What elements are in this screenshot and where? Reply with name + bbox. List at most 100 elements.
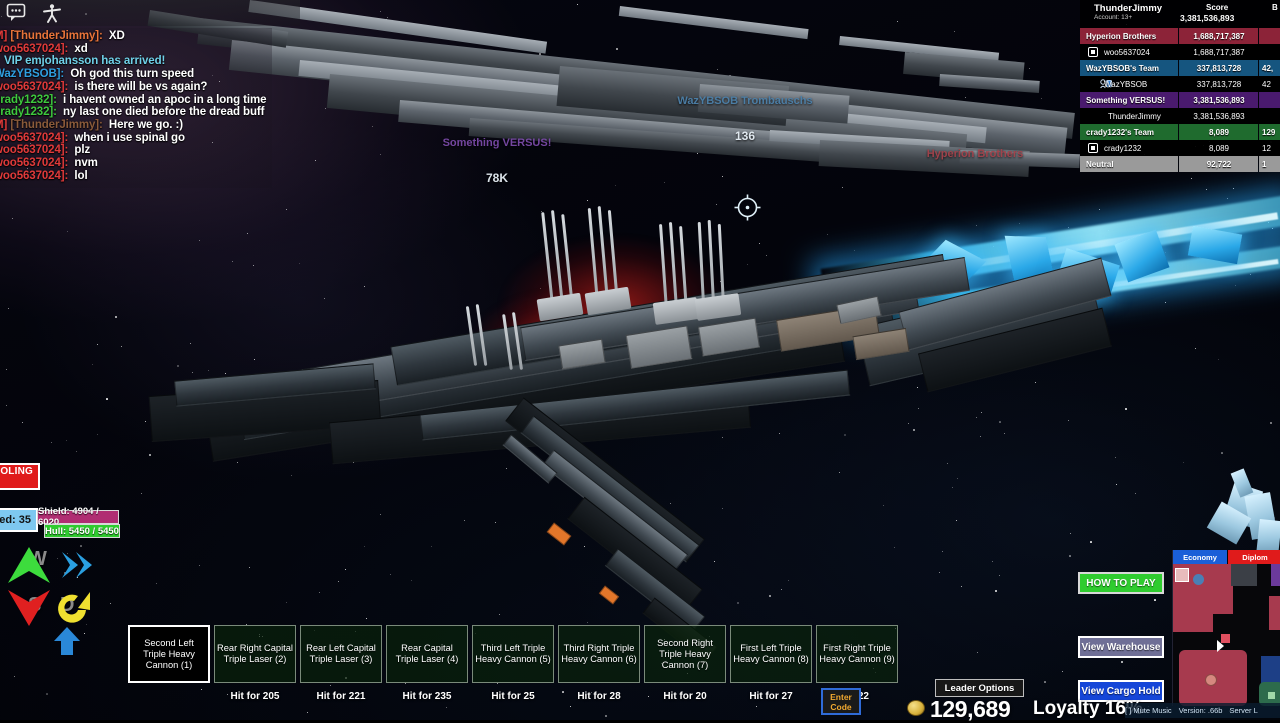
weapon-slot[interactable]: Rear Right Capital Triple Laser (2) xyxy=(214,625,296,683)
chat-author: VIP emjohansson has arrived! xyxy=(4,55,166,68)
chat-message: WazYBSOB]: Oh god this turn speed xyxy=(0,68,272,81)
chat-author: WazYBSOB]: xyxy=(0,68,65,81)
scoreboard-row-balance: 129 xyxy=(1262,127,1276,137)
scoreboard-panel[interactable]: ThunderJimmy Account: 13+ Score 3,381,53… xyxy=(1080,0,1280,172)
minimap-territory-red-2 xyxy=(1173,598,1213,632)
weapon-hit-readout: Hit for 28 xyxy=(577,691,621,702)
how-to-play-button[interactable]: HOW TO PLAY xyxy=(1078,572,1164,594)
weapon-slot[interactable]: Third Right Triple Heavy Cannon (6) xyxy=(558,625,640,683)
move-forward-arrow[interactable] xyxy=(6,545,52,592)
scoreboard-row-score: 1,688,717,387 xyxy=(1193,31,1245,41)
scoreboard-row-name: Something VERSUS! xyxy=(1086,95,1166,105)
scoreboard-row-name: ThunderJimmy xyxy=(1108,111,1161,121)
chat-message: crady1232]: ny last one died before the … xyxy=(0,106,272,119)
chat-prefix: M] xyxy=(0,118,8,131)
weapon-hit-readout: Hit for 235 xyxy=(402,691,452,702)
scoreboard-player-row[interactable]: ThunderJimmy 3,381,536,893 xyxy=(1080,108,1280,124)
scoreboard-row-balance: 42 xyxy=(1262,79,1271,89)
weapon-slot-label: Third Left Triple Heavy Cannon (5) xyxy=(475,643,551,664)
chat-bubble-icon[interactable] xyxy=(6,3,28,23)
weapon-hit-readout: Hit for 27 xyxy=(749,691,793,702)
enter-code-button[interactable]: Enter Code xyxy=(821,688,861,715)
weapon-slot[interactable]: Rear Left Capital Triple Laser (3) xyxy=(300,625,382,683)
chat-author: woo5637024]: xyxy=(0,42,69,55)
gold-coin-icon xyxy=(907,700,925,716)
scoreboard-team-row[interactable]: Neutral 92,722 1 xyxy=(1080,156,1280,172)
chat-author: crady1232]: xyxy=(0,106,57,119)
weapon-hit-readout: Hit for 20 xyxy=(663,691,707,702)
chat-prefix: M] xyxy=(0,30,8,42)
scoreboard-col-score: Score xyxy=(1206,3,1229,12)
chat-text: plz xyxy=(68,144,91,157)
shield-bar: Shield: 4904 / 6020 xyxy=(37,506,119,528)
view-warehouse-button[interactable]: View Warehouse xyxy=(1078,636,1164,658)
chat-text: lol xyxy=(68,169,88,182)
weapon-slot[interactable]: Second Left Triple Heavy Cannon (1) xyxy=(128,625,210,683)
chat-message: M] [ThunderJimmy]: XD xyxy=(0,30,272,43)
weapon-slot-label: Third Right Triple Heavy Cannon (6) xyxy=(561,643,637,664)
scoreboard-player-name: ThunderJimmy xyxy=(1094,3,1163,14)
scoreboard-team-row[interactable]: Hyperion Brothers 1,688,717,387 xyxy=(1080,28,1280,44)
minimap-tab-diplomacy[interactable]: Diplom xyxy=(1228,550,1280,564)
chat-author: woo5637024]: xyxy=(0,80,69,93)
boost-up-arrow[interactable] xyxy=(52,625,82,662)
mute-music-toggle[interactable]: [ ] Mute Music xyxy=(1125,706,1172,715)
scoreboard-player-row[interactable]: crady1232 8,089 12 xyxy=(1080,140,1280,156)
scoreboard-row-score: 3,381,536,893 xyxy=(1193,111,1245,121)
chat-text: xd xyxy=(68,42,88,55)
scoreboard-row-score: 92,722 xyxy=(1206,159,1232,169)
scoreboard-row-score: 8,089 xyxy=(1208,143,1230,153)
weapon-hit-readout: Hit for 25 xyxy=(491,691,535,702)
minimap-node-green-sq xyxy=(1268,692,1275,699)
scoreboard-col-balance: B xyxy=(1272,3,1278,12)
scoreboard-player-row[interactable]: woo5637024 1,688,717,387 xyxy=(1080,44,1280,60)
weapon-slot[interactable]: Rear Capital Triple Laser (4) xyxy=(386,625,468,683)
scoreboard-row-score: 337,813,728 xyxy=(1196,63,1242,73)
hull-bar: Hull: 5450 / 5450 xyxy=(44,524,120,538)
minimap-tab-economy[interactable]: Economy xyxy=(1173,550,1227,564)
chat-panel[interactable]: M] [ThunderJimmy]: XDwoo5637024]: xdVIP … xyxy=(0,28,272,188)
chat-text: nvm xyxy=(68,157,98,170)
leader-options-button[interactable]: Leader Options xyxy=(935,679,1024,697)
status-bar: [ ] Mute Music Version: .66b Server L xyxy=(1125,703,1280,718)
people-icon[interactable] xyxy=(41,3,63,23)
crosshair-reticle xyxy=(734,194,761,221)
strafe-right-arrow[interactable] xyxy=(58,548,98,587)
weapon-slot-label: Rear Left Capital Triple Laser (3) xyxy=(306,643,376,664)
cooling-indicator: COOLING 4 xyxy=(0,463,40,490)
roblox-logo-icon xyxy=(1088,47,1098,57)
weapon-slot-label: First Right Triple Heavy Cannon (9) xyxy=(819,643,895,664)
scoreboard-account: Account: 13+ xyxy=(1094,14,1133,21)
minimap-territory-grey xyxy=(1231,564,1257,586)
chat-author: crady1232]: xyxy=(0,93,57,106)
move-back-arrow[interactable] xyxy=(6,586,52,633)
weapon-slot[interactable]: Third Left Triple Heavy Cannon (5) xyxy=(472,625,554,683)
chat-message: crady1232]: i havent owned an apoc in a … xyxy=(0,94,272,107)
weapon-slot[interactable]: First Left Triple Heavy Cannon (8) xyxy=(730,625,812,683)
scoreboard-player-row[interactable]: WazYBSOB 337,813,728 42 xyxy=(1080,76,1280,92)
server-label: Server L xyxy=(1229,706,1258,715)
version-label: Version: .66b xyxy=(1178,706,1223,715)
chat-message: woo5637024]: plz xyxy=(0,144,272,157)
chat-message: woo5637024]: lol xyxy=(0,170,272,183)
scoreboard-rows: Hyperion Brothers 1,688,717,387 woo5637024… xyxy=(1080,28,1280,172)
chat-author: woo5637024]: xyxy=(0,144,69,157)
chat-author: woo5637024]: xyxy=(0,169,69,182)
minimap-player-flag xyxy=(1221,634,1230,643)
chat-text: Oh god this turn speed xyxy=(64,68,194,81)
roblox-logo-icon xyxy=(1088,143,1098,153)
weapon-hit-readout: Hit for 205 xyxy=(230,691,280,702)
scoreboard-team-row[interactable]: Something VERSUS! 3,381,536,893 xyxy=(1080,92,1280,108)
weapon-slot[interactable]: First Right Triple Heavy Cannon (9) xyxy=(816,625,898,683)
weapon-slot-label: Second Right Triple Heavy Cannon (7) xyxy=(657,637,713,670)
scoreboard-team-row[interactable]: crady1232's Team 8,089 129 xyxy=(1080,124,1280,140)
scoreboard-row-name: crady1232 xyxy=(1104,143,1142,153)
chat-message: woo5637024]: is there will be vs again? xyxy=(0,81,272,94)
scoreboard-row-name: Neutral xyxy=(1086,159,1114,169)
scoreboard-team-row[interactable]: WazYBSOB's Team 337,813,728 42, xyxy=(1080,60,1280,76)
chat-message: M] [ThunderJimmy]: Here we go. :) xyxy=(0,119,272,132)
scoreboard-row-score: 8,089 xyxy=(1208,127,1230,137)
weapon-slot[interactable]: Second Right Triple Heavy Cannon (7) xyxy=(644,625,726,683)
scoreboard-row-score: 3,381,536,893 xyxy=(1193,95,1245,105)
minimap-panel[interactable]: Economy Diplom xyxy=(1172,550,1280,706)
